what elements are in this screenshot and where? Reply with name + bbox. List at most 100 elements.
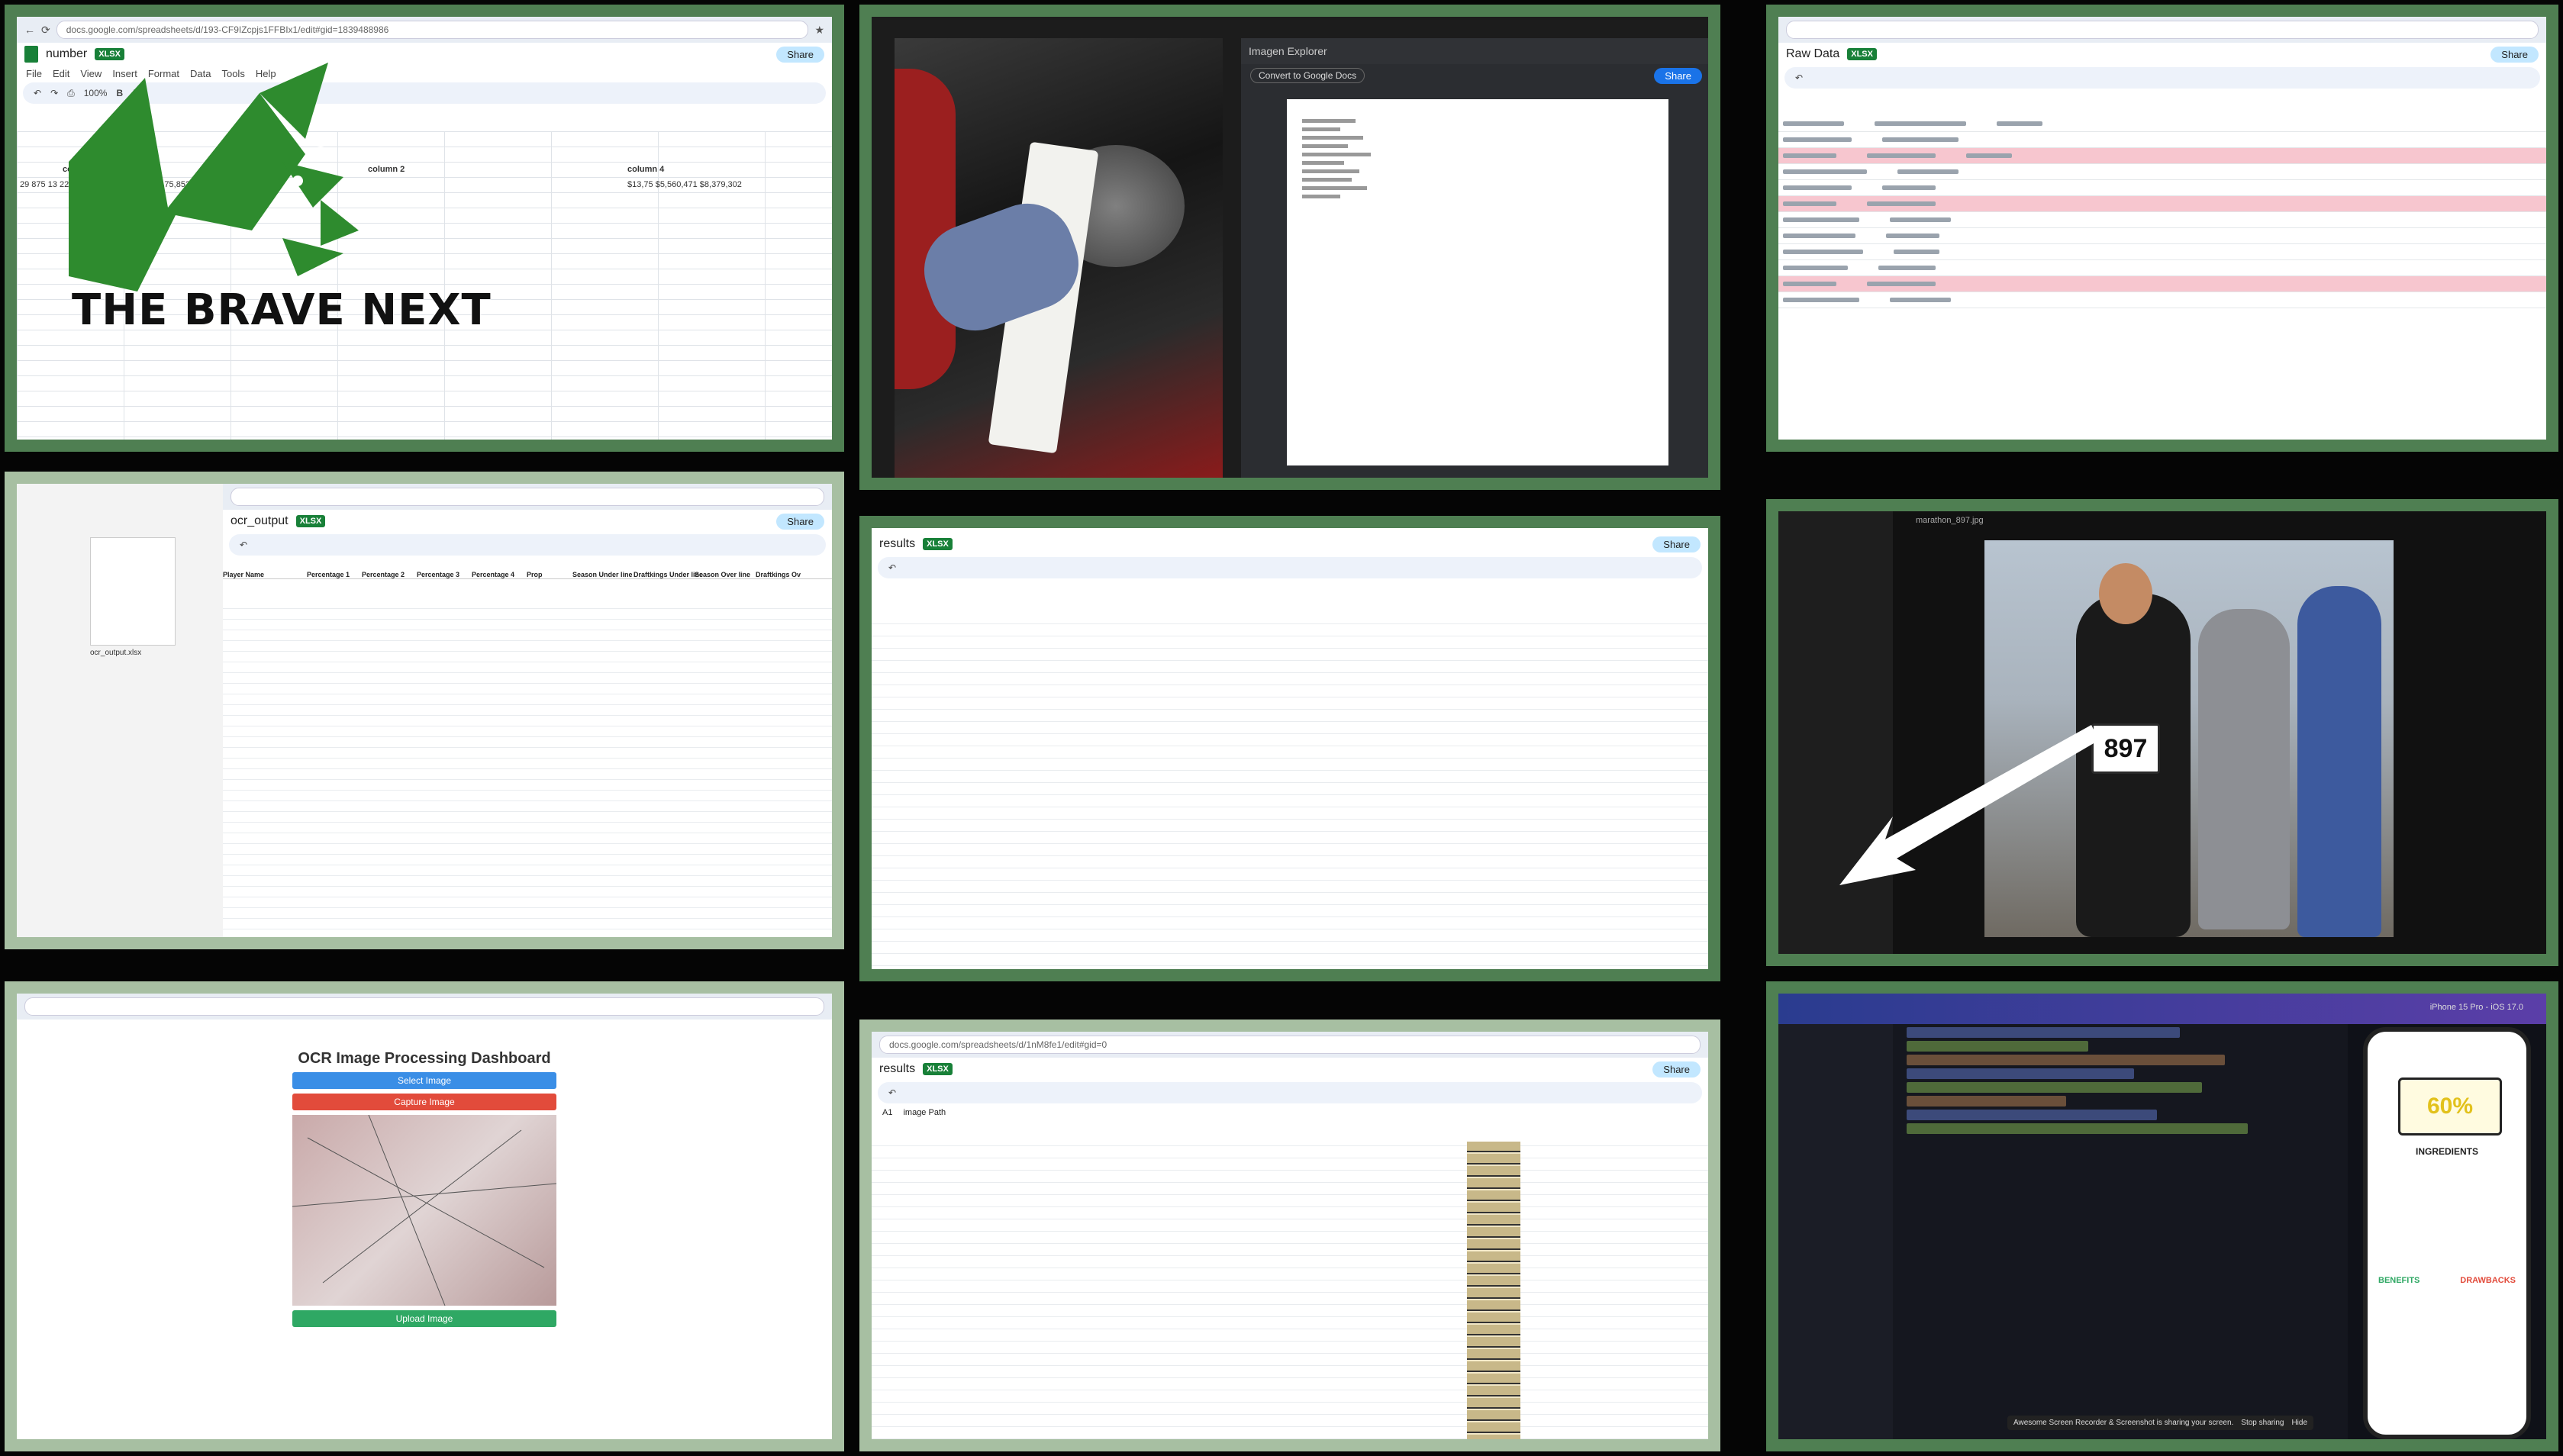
address-bar[interactable]	[231, 488, 824, 506]
upload-image-button[interactable]: Upload Image	[292, 1310, 556, 1327]
convert-docs-button[interactable]: Convert to Google Docs	[1250, 68, 1365, 83]
reload-icon[interactable]: ⟳	[41, 24, 50, 37]
tile-receipt-ocr: Imagen Explorer Convert to Google Docs S…	[859, 5, 1720, 490]
back-icon[interactable]: ←	[24, 24, 35, 36]
formatting-toolbar: ↶	[229, 534, 826, 556]
header-cell-4[interactable]: column 4	[627, 165, 664, 174]
cell-reference[interactable]: A1	[882, 1108, 892, 1117]
formatting-toolbar: ↶	[1784, 67, 2540, 89]
address-bar[interactable]: docs.google.com/spreadsheets/d/193-CF9IZ…	[56, 21, 809, 39]
benefits-heading: BENEFITS	[2378, 1276, 2420, 1285]
red-seat	[895, 69, 956, 389]
table-row[interactable]	[1778, 132, 2546, 148]
runner-second	[2198, 609, 2290, 929]
table-rows[interactable]	[1778, 116, 2546, 308]
undo-icon[interactable]: ↶	[240, 540, 247, 550]
share-button[interactable]: Share	[1652, 536, 1701, 552]
score-percentage: 60%	[2398, 1078, 2502, 1135]
capture-image-button[interactable]: Capture Image	[292, 1094, 556, 1110]
header-row[interactable]: Player Name Percentage 1 Percentage 2 Pe…	[223, 571, 832, 579]
select-image-button[interactable]: Select Image	[292, 1072, 556, 1089]
table-row[interactable]	[1778, 260, 2546, 276]
stop-sharing-button[interactable]: Stop sharing	[2241, 1419, 2284, 1427]
address-bar[interactable]	[24, 997, 824, 1016]
header-percentage-4[interactable]: Percentage 4	[472, 571, 527, 578]
table-body[interactable]	[872, 1134, 1708, 1439]
banner-text: Awesome Screen Recorder & Screenshot is …	[2013, 1419, 2234, 1427]
file-thumbnail[interactable]	[90, 537, 176, 646]
document-title[interactable]: results	[879, 537, 915, 551]
table-row[interactable]	[1778, 228, 2546, 244]
file-format-badge: XLSX	[1847, 48, 1877, 60]
vscode-explorer[interactable]	[1778, 1024, 1893, 1439]
table-body[interactable]	[872, 612, 1708, 969]
header-player-name[interactable]: Player Name	[223, 571, 307, 578]
share-button[interactable]: Share	[776, 513, 824, 530]
hide-button[interactable]: Hide	[2291, 1419, 2307, 1427]
header-draftkings-over[interactable]: Draftkings Ov	[756, 571, 801, 578]
brand-wordmark: THE BRAVE NEXT	[72, 285, 492, 335]
undo-icon[interactable]: ↶	[888, 1087, 896, 1098]
table-row[interactable]	[1778, 212, 2546, 228]
thumbnail-column	[1467, 1142, 1520, 1439]
table-row[interactable]	[1778, 164, 2546, 180]
table-body[interactable]	[223, 598, 832, 937]
file-name[interactable]: ocr_output.xlsx	[90, 649, 141, 657]
tab-imagen[interactable]: Imagen Explorer	[1249, 45, 1327, 57]
formula-bar[interactable]: image Path	[903, 1108, 946, 1117]
dashboard-title: OCR Image Processing Dashboard	[298, 1050, 551, 1067]
file-format-badge: XLSX	[923, 1063, 953, 1075]
google-docs-window: Imagen Explorer Convert to Google Docs S…	[1241, 38, 1708, 478]
share-button[interactable]: Share	[776, 46, 824, 63]
drawbacks-heading: DRAWBACKS	[2460, 1276, 2516, 1285]
menu-file[interactable]: File	[26, 68, 42, 79]
undo-icon[interactable]: ↶	[34, 88, 41, 98]
header-season-under[interactable]: Season Under line	[572, 571, 633, 578]
sheet-title-bar: ocr_output XLSX Share	[223, 510, 832, 533]
sheet-title-bar: results XLSX Share	[872, 533, 1708, 556]
screen-share-banner: Awesome Screen Recorder & Screenshot is …	[2007, 1416, 2314, 1430]
share-button[interactable]: Share	[2490, 46, 2539, 63]
table-row[interactable]	[1778, 116, 2546, 132]
header-percentage-1[interactable]: Percentage 1	[307, 571, 362, 578]
sheets-logo-icon	[24, 46, 38, 63]
table-row[interactable]	[1778, 244, 2546, 260]
runner-skin-head	[2099, 563, 2152, 624]
tile-ocr-dashboard: OCR Image Processing Dashboard Select Im…	[5, 981, 844, 1451]
address-bar[interactable]: docs.google.com/spreadsheets/d/1nM8fe1/e…	[879, 1036, 1701, 1054]
share-button[interactable]: Share	[1652, 1061, 1701, 1078]
header-prop[interactable]: Prop	[527, 571, 572, 578]
formatting-toolbar: ↶	[878, 557, 1702, 578]
header-percentage-2[interactable]: Percentage 2	[362, 571, 417, 578]
table-row[interactable]	[1778, 180, 2546, 196]
sheet-title-bar: results XLSX Share	[872, 1058, 1708, 1081]
undo-icon[interactable]: ↶	[888, 562, 896, 573]
tile-results-sheet: results XLSX Share ↶	[859, 516, 1720, 981]
code-editor[interactable]	[1893, 1024, 2348, 1439]
table-header-row[interactable]	[1778, 276, 2546, 292]
tile-ocr-output-sheet: ocr_output.xlsx ocr_output XLSX Share ↶ …	[5, 472, 844, 949]
formatting-toolbar: ↶	[878, 1082, 1702, 1103]
sheet-title-bar: Raw Data XLSX Share	[1778, 43, 2546, 66]
share-button[interactable]: Share	[1654, 67, 1702, 84]
table-header-row[interactable]	[1778, 196, 2546, 212]
ingredients-heading: INGREDIENTS	[2415, 1146, 2478, 1157]
header-draftkings-under[interactable]: Draftkings Under line	[633, 571, 703, 578]
header-percentage-3[interactable]: Percentage 3	[417, 571, 472, 578]
document-title[interactable]: results	[879, 1062, 915, 1076]
browser-toolbar	[1778, 17, 2546, 43]
header-season-over[interactable]: Season Over line	[695, 571, 756, 578]
document-title[interactable]: ocr_output	[231, 514, 289, 528]
file-format-badge: XLSX	[295, 515, 326, 527]
document-page[interactable]	[1287, 99, 1668, 465]
iphone-simulator[interactable]: 60% INGREDIENTS BENEFITS DRAWBACKS	[2363, 1027, 2531, 1439]
document-title[interactable]: Raw Data	[1786, 47, 1839, 61]
browser-toolbar	[223, 484, 832, 510]
browser-toolbar	[17, 994, 832, 1020]
table-header-row[interactable]	[1778, 148, 2546, 164]
data-row-right[interactable]: $13,75 $5,560,471 $8,379,302	[627, 180, 742, 189]
undo-icon[interactable]: ↶	[1795, 72, 1803, 83]
table-row[interactable]	[1778, 292, 2546, 308]
address-bar[interactable]	[1786, 21, 2539, 39]
extension-icon[interactable]: ★	[814, 24, 824, 37]
